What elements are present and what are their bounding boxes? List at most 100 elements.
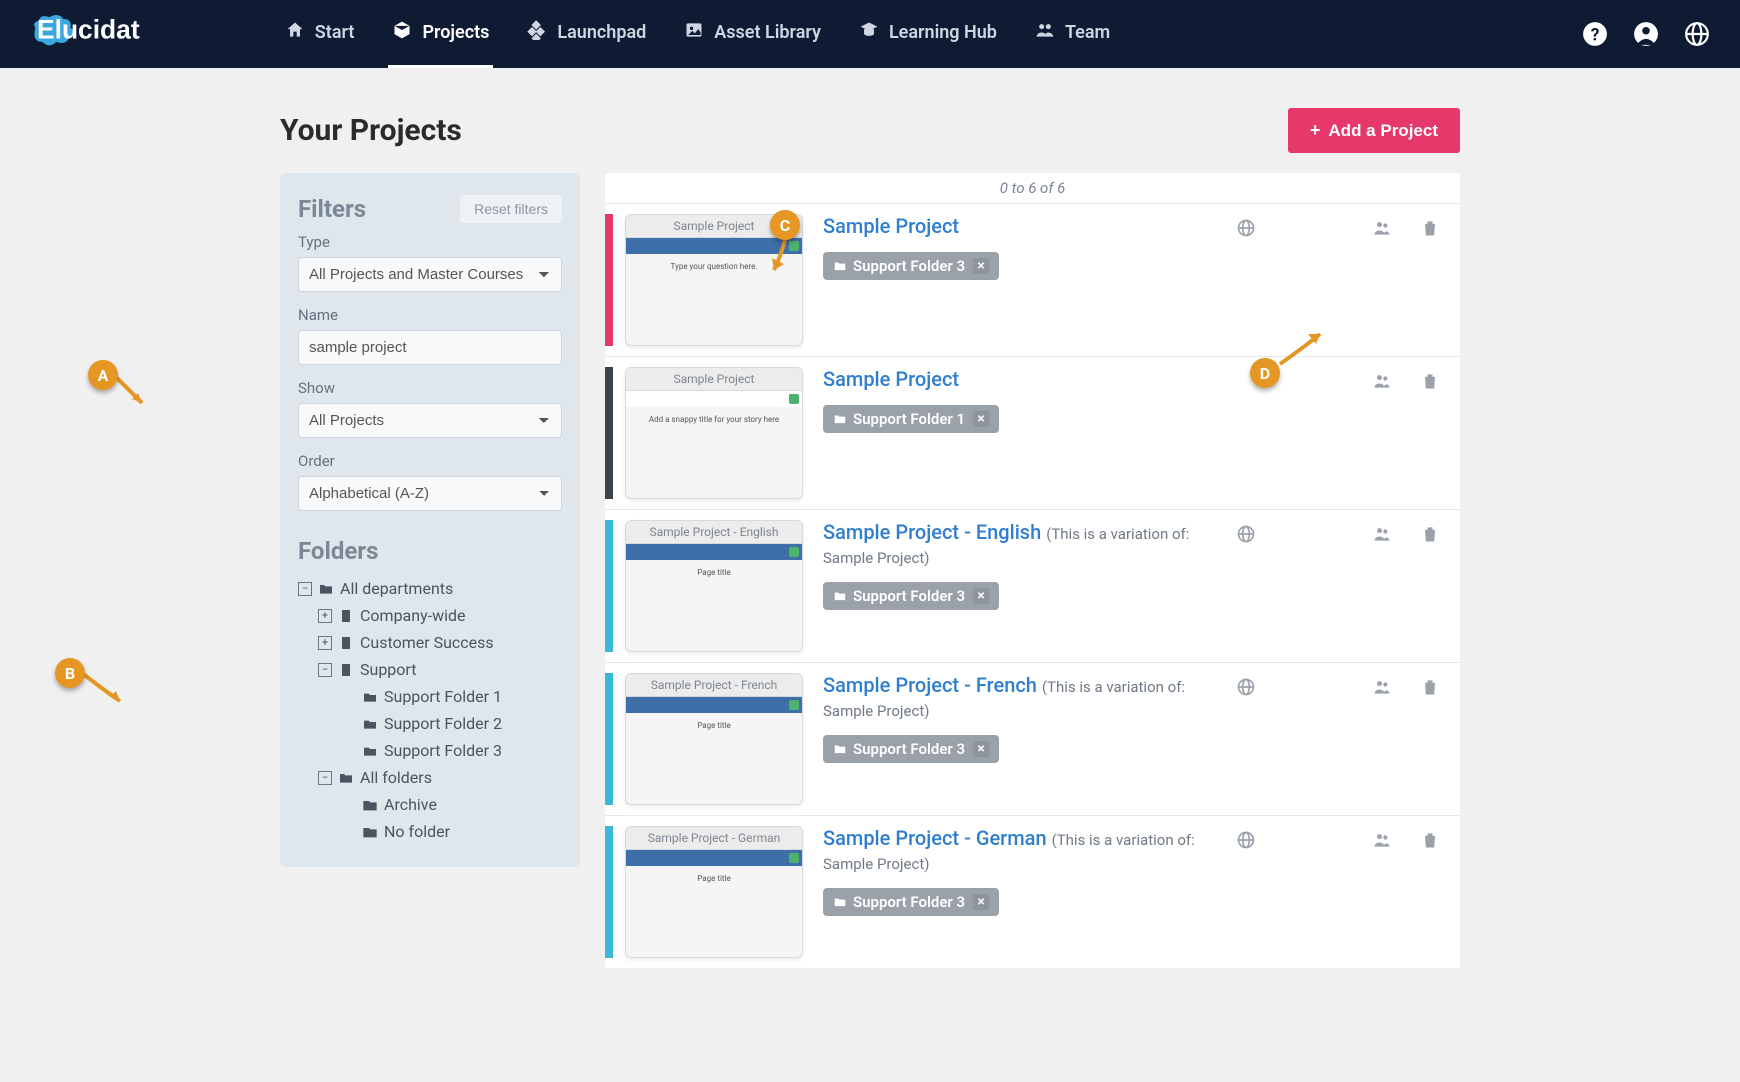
thumb-title: Sample Project - French: [626, 674, 802, 697]
filter-type-select[interactable]: All Projects and Master Courses: [298, 257, 562, 292]
thumb-header: [626, 391, 802, 407]
navbar: Elucidat Start Projects Launchpad Asset Lib…: [0, 0, 1740, 68]
project-folder-tag[interactable]: Support Folder 3×: [823, 582, 999, 610]
thumb-header: [626, 850, 802, 866]
team-icon[interactable]: [1372, 677, 1392, 701]
nav-right: ?: [1582, 21, 1710, 47]
team-icon[interactable]: [1372, 371, 1392, 395]
delete-icon[interactable]: [1420, 371, 1440, 395]
nav-item-start[interactable]: Start: [281, 0, 359, 68]
remove-tag-icon[interactable]: ×: [973, 258, 989, 274]
team-icon[interactable]: [1372, 830, 1392, 854]
project-title[interactable]: Sample Project: [823, 214, 1236, 238]
plus-icon: +: [1310, 120, 1321, 141]
nav-item-label: Projects: [422, 22, 489, 43]
project-folder-tag[interactable]: Support Folder 3×: [823, 735, 999, 763]
delete-icon[interactable]: [1420, 677, 1440, 701]
tree-support-folder-1[interactable]: Support Folder 1: [362, 683, 562, 710]
tree-archive[interactable]: Archive: [362, 791, 562, 818]
project-list: 0 to 6 of 6 Sample ProjectType your ques…: [605, 173, 1460, 968]
tree-all-folders[interactable]: −All folders: [318, 764, 562, 791]
project-thumbnail[interactable]: Sample Project - German Page title: [625, 826, 803, 958]
tree-company-wide[interactable]: +Company-wide: [318, 602, 562, 629]
project-actions: [1236, 673, 1440, 805]
thumb-title: Sample Project - German: [626, 827, 802, 850]
team-icon[interactable]: [1372, 524, 1392, 548]
folder-icon: [833, 412, 847, 426]
nav-item-team[interactable]: Team: [1031, 0, 1114, 68]
add-project-button[interactable]: + Add a Project: [1288, 108, 1460, 153]
project-color-bar: [605, 520, 613, 652]
folder-icon: [833, 259, 847, 273]
nav-item-asset-library[interactable]: Asset Library: [680, 0, 825, 68]
thumb-caption: Page title: [626, 713, 802, 738]
project-color-bar: [605, 214, 613, 346]
annotation-a: A: [88, 360, 118, 390]
help-icon[interactable]: ?: [1582, 21, 1608, 47]
delete-icon[interactable]: [1420, 218, 1440, 242]
filter-type-label: Type: [298, 233, 562, 251]
project-color-bar: [605, 367, 613, 499]
project-title[interactable]: Sample Project - German (This is a varia…: [823, 826, 1236, 874]
project-info: Sample Project Support Folder 1×: [803, 367, 1284, 499]
remove-tag-icon[interactable]: ×: [973, 894, 989, 910]
tree-support-folder-3[interactable]: Support Folder 3: [362, 737, 562, 764]
account-icon[interactable]: [1633, 21, 1659, 47]
folder-icon: [833, 895, 847, 909]
reset-filters-button[interactable]: Reset filters: [460, 195, 562, 223]
team-icon[interactable]: [1372, 218, 1392, 242]
page-title: Your Projects: [280, 113, 462, 148]
brand-logo[interactable]: Elucidat: [30, 12, 171, 56]
thumb-title: Sample Project: [626, 368, 802, 391]
tree-support[interactable]: −Support: [318, 656, 562, 683]
project-folder-tag[interactable]: Support Folder 1×: [823, 405, 999, 433]
delete-icon[interactable]: [1420, 524, 1440, 548]
nav-item-label: Learning Hub: [889, 22, 997, 43]
remove-tag-icon[interactable]: ×: [973, 741, 989, 757]
tree-no-folder[interactable]: No folder: [362, 818, 562, 845]
project-row: Sample Project - GermanPage titleSample …: [605, 815, 1460, 968]
thumb-caption: Page title: [626, 560, 802, 585]
filter-order-select[interactable]: Alphabetical (A-Z): [298, 476, 562, 511]
publish-globe-icon[interactable]: [1236, 218, 1256, 242]
remove-tag-icon[interactable]: ×: [973, 588, 989, 604]
thumb-caption: Page title: [626, 866, 802, 891]
project-title[interactable]: Sample Project - English (This is a vari…: [823, 520, 1236, 568]
thumb-header: [626, 544, 802, 560]
nav-item-learning-hub[interactable]: Learning Hub: [855, 0, 1001, 68]
filter-name-input[interactable]: [298, 330, 562, 365]
tree-all-departments[interactable]: −All departments: [298, 575, 562, 602]
publish-globe-icon[interactable]: [1236, 677, 1256, 701]
tree-support-folder-2[interactable]: Support Folder 2: [362, 710, 562, 737]
remove-tag-icon[interactable]: ×: [973, 411, 989, 427]
result-count: 0 to 6 of 6: [605, 173, 1460, 203]
annotation-b: B: [55, 658, 85, 688]
thumb-header: [626, 697, 802, 713]
annotation-d: D: [1250, 358, 1280, 388]
project-title[interactable]: Sample Project: [823, 367, 1284, 391]
image-icon: [684, 20, 704, 45]
filter-show-select[interactable]: All Projects: [298, 403, 562, 438]
project-info: Sample Project Support Folder 3×: [803, 214, 1236, 346]
annotation-c: C: [770, 210, 800, 240]
nav-item-launchpad[interactable]: Launchpad: [523, 0, 650, 68]
publish-globe-icon[interactable]: [1236, 830, 1256, 854]
delete-icon[interactable]: [1420, 830, 1440, 854]
thumb-title: Sample Project - English: [626, 521, 802, 544]
grad-icon: [859, 20, 879, 45]
project-thumbnail[interactable]: Sample Project - English Page title: [625, 520, 803, 652]
project-thumbnail[interactable]: Sample Project - French Page title: [625, 673, 803, 805]
nav-center: Start Projects Launchpad Asset Library Learn…: [281, 0, 1582, 68]
folder-icon: [833, 742, 847, 756]
project-info: Sample Project - English (This is a vari…: [803, 520, 1236, 652]
project-folder-tag[interactable]: Support Folder 3×: [823, 888, 999, 916]
filters-sidebar: Filters Reset filters Type All Projects …: [280, 173, 580, 867]
project-info: Sample Project - French (This is a varia…: [803, 673, 1236, 805]
project-title[interactable]: Sample Project - French (This is a varia…: [823, 673, 1236, 721]
nav-item-projects[interactable]: Projects: [388, 0, 493, 68]
project-folder-tag[interactable]: Support Folder 3×: [823, 252, 999, 280]
publish-globe-icon[interactable]: [1236, 524, 1256, 548]
globe-icon[interactable]: [1684, 21, 1710, 47]
tree-customer-success[interactable]: +Customer Success: [318, 629, 562, 656]
project-thumbnail[interactable]: Sample ProjectAdd a snappy title for you…: [625, 367, 803, 499]
